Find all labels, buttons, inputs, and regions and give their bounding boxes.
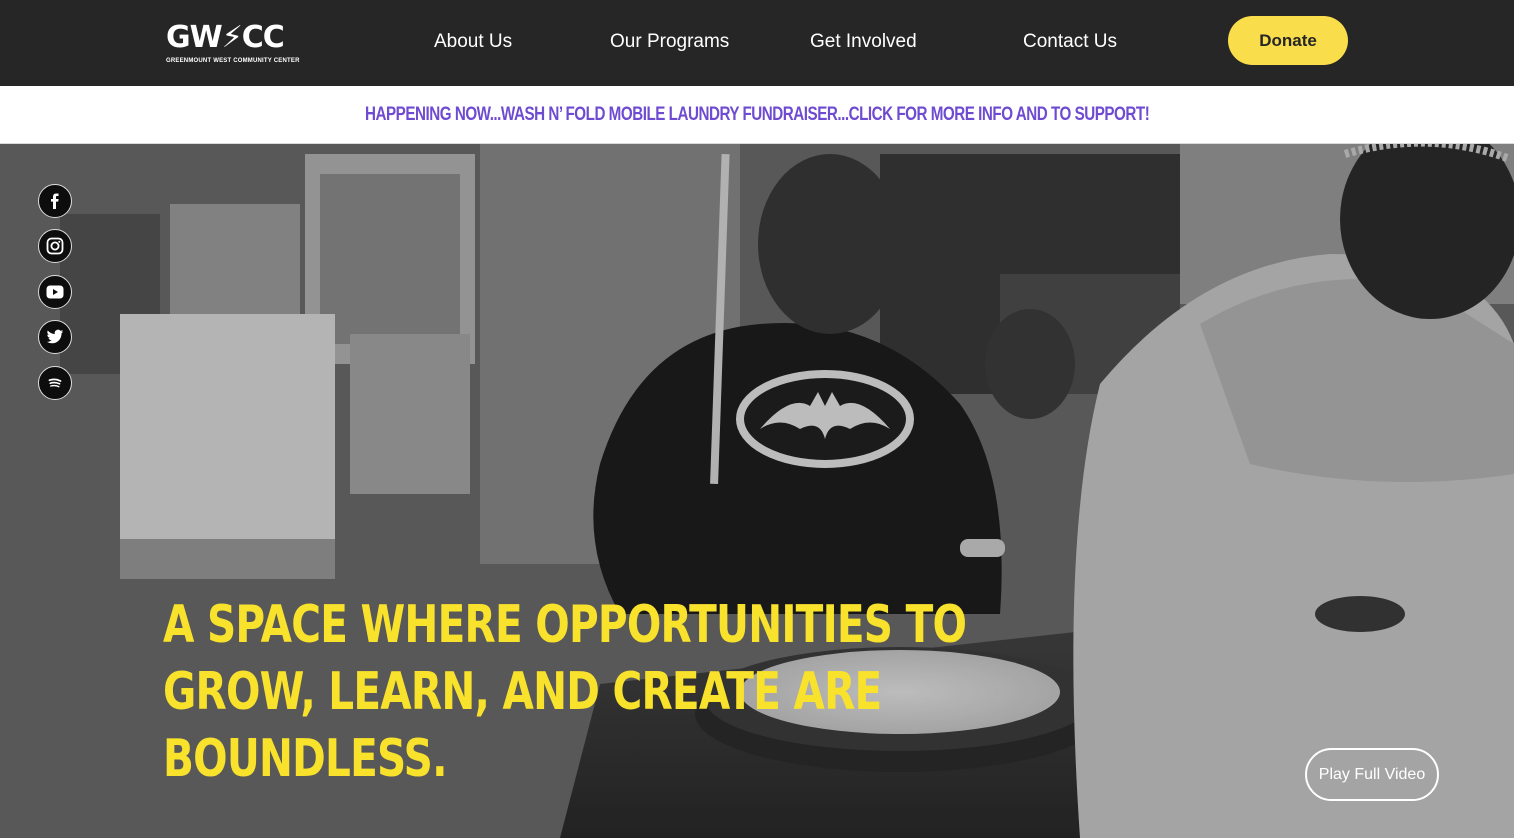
nav-our-programs[interactable]: Our Programs (610, 30, 729, 54)
youtube-icon[interactable] (38, 275, 72, 309)
hero-headline: A SPACE WHERE OPPORTUNITIES TO GROW, LEA… (163, 592, 967, 793)
hero-headline-line-2: GROW, LEARN, AND CREATE ARE (163, 662, 882, 722)
logo-mark: GW⚡CC (166, 20, 285, 55)
announcement-bar: HAPPENING NOW...WASH N’ FOLD MOBILE LAUN… (0, 86, 1514, 144)
logo-subtitle: GREENMOUNT WEST COMMUNITY CENTER (166, 58, 300, 64)
nav-about-us[interactable]: About Us (434, 30, 512, 54)
instagram-icon[interactable] (38, 229, 72, 263)
site-header: GW⚡CC GREENMOUNT WEST COMMUNITY CENTER A… (0, 0, 1514, 86)
site-logo[interactable]: GW⚡CC GREENMOUNT WEST COMMUNITY CENTER (166, 22, 312, 68)
announcement-link[interactable]: HAPPENING NOW...WASH N’ FOLD MOBILE LAUN… (365, 104, 1150, 126)
donate-button[interactable]: Donate (1228, 16, 1348, 65)
facebook-icon[interactable] (38, 184, 72, 218)
twitter-icon[interactable] (38, 320, 72, 354)
play-full-video-button[interactable]: Play Full Video (1305, 748, 1439, 801)
nav-contact-us[interactable]: Contact Us (1023, 30, 1117, 54)
nav-get-involved[interactable]: Get Involved (810, 30, 917, 54)
hero-headline-line-1: A SPACE WHERE OPPORTUNITIES TO (163, 595, 967, 655)
hero-section: A SPACE WHERE OPPORTUNITIES TO GROW, LEA… (0, 144, 1514, 838)
spotify-icon[interactable] (38, 366, 72, 400)
hero-headline-line-3: BOUNDLESS. (163, 729, 447, 789)
